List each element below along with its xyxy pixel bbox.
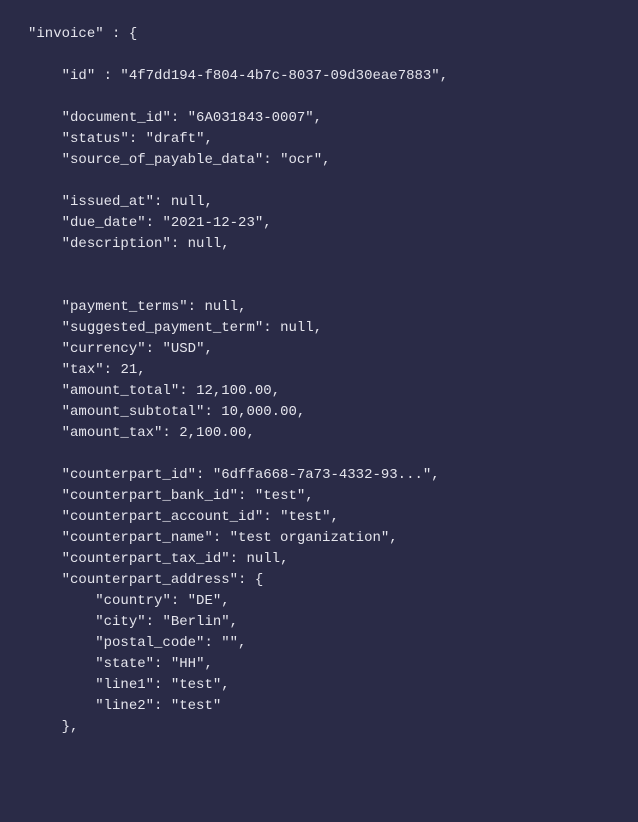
amount-subtotal-key: amount_subtotal [70,404,196,420]
currency-value: USD [171,341,196,357]
counterpart-id-key: counterpart_id [70,467,188,483]
amount-tax-value: 2,100.00 [179,425,246,441]
payment-terms-key: payment_terms [70,299,179,315]
document-id-key: document_id [70,110,162,126]
counterpart-tax-id-key: counterpart_tax_id [70,551,221,567]
state-value: HH [179,656,196,672]
postal-code-key: postal_code [104,635,196,651]
currency-key: currency [70,341,137,357]
counterpart-tax-id-value: null [246,551,280,567]
issued-at-key: issued_at [70,194,146,210]
state-key: state [104,656,146,672]
due-date-value: 2021-12-23 [171,215,255,231]
amount-tax-key: amount_tax [70,425,154,441]
country-value: DE [196,593,213,609]
status-key: status [70,131,120,147]
document-id-value: 6A031843-0007 [196,110,305,126]
description-value: null [188,236,222,252]
id-key: id [70,68,87,84]
tax-key: tax [70,362,95,378]
city-key: city [104,614,138,630]
amount-subtotal-value: 10,000.00 [221,404,297,420]
counterpart-bank-id-key: counterpart_bank_id [70,488,230,504]
description-key: description [70,236,162,252]
suggested-payment-term-value: null [280,320,314,336]
line2-key: line2 [104,698,146,714]
id-value: 4f7dd194-f804-4b7c-8037-09d30eae7883 [129,68,431,84]
counterpart-account-id-key: counterpart_account_id [70,509,255,525]
amount-total-value: 12,100.00 [196,383,272,399]
root-key: invoice [36,26,95,42]
counterpart-account-id-value: test [288,509,322,525]
counterpart-bank-id-value: test [263,488,297,504]
counterpart-address-key: counterpart_address [70,572,230,588]
line1-value: test [179,677,213,693]
amount-total-key: amount_total [70,383,171,399]
line1-key: line1 [104,677,146,693]
status-value: draft [154,131,196,147]
counterpart-name-key: counterpart_name [70,530,204,546]
suggested-payment-term-key: suggested_payment_term [70,320,255,336]
tax-value: 21 [120,362,137,378]
due-date-key: due_date [70,215,137,231]
counterpart-id-value: 6dffa668-7a73-4332-93... [221,467,423,483]
country-key: country [104,593,163,609]
city-value: Berlin [171,614,221,630]
source-key: source_of_payable_data [70,152,255,168]
json-code-block: "invoice" : { "id" : "4f7dd194-f804-4b7c… [28,24,610,738]
counterpart-name-value: test organization [238,530,381,546]
source-value: ocr [288,152,313,168]
payment-terms-value: null [204,299,238,315]
line2-value: test [179,698,213,714]
issued-at-value: null [171,194,205,210]
